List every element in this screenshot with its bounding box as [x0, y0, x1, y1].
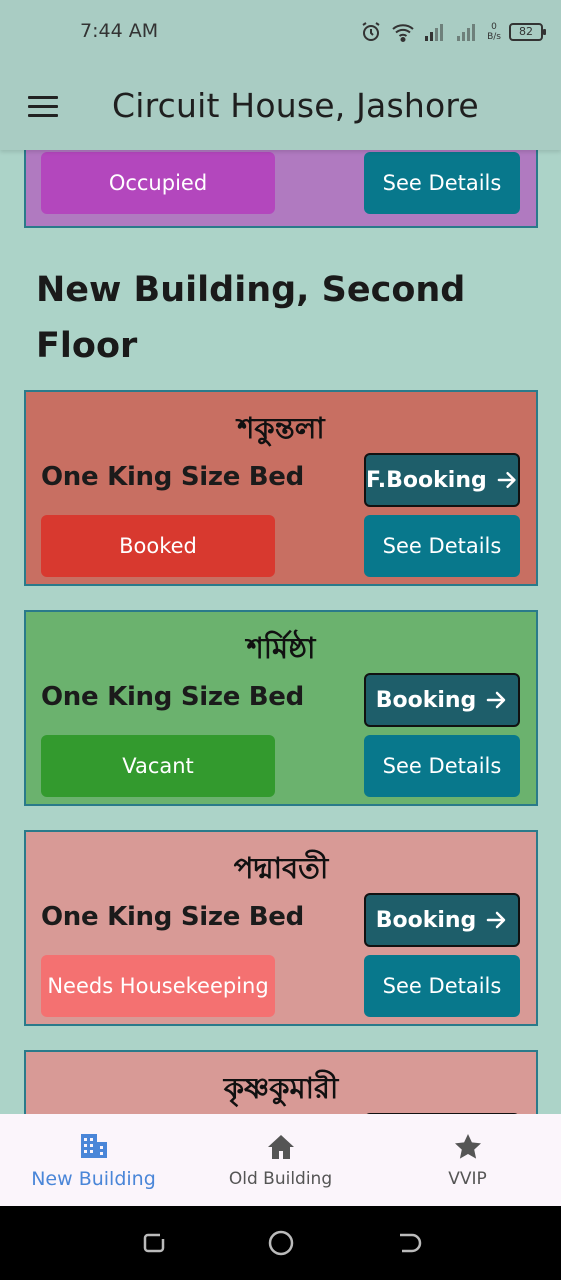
nav-label: VVIP	[448, 1169, 487, 1189]
app-header: 7:44 AM 0 B/s 82 Circuit House, Jashore	[0, 0, 561, 150]
booking-button[interactable]: F.Booking	[364, 453, 520, 507]
bed-type: One King Size Bed	[41, 462, 304, 492]
menu-icon-line	[28, 104, 58, 108]
section-title: New Building, Second Floor	[36, 270, 466, 366]
booking-button[interactable]: Booking	[364, 893, 520, 947]
network-speed: 0 B/s	[487, 22, 501, 42]
room-list[interactable]: Occupied See Details New Building, Secon…	[0, 150, 561, 1114]
nav-old-building[interactable]: Old Building	[187, 1114, 374, 1206]
nav-new-building[interactable]: New Building	[0, 1114, 187, 1206]
alarm-icon	[362, 22, 380, 41]
booking-button[interactable]: Booking	[364, 673, 520, 727]
nav-vvip[interactable]: VVIP	[374, 1114, 561, 1206]
home-icon	[267, 1135, 294, 1159]
room-card: Occupied See Details	[24, 150, 538, 228]
arrow-right-icon	[497, 472, 516, 488]
arrow-right-icon	[487, 691, 506, 709]
bed-type: One King Size Bed	[41, 682, 304, 712]
home-circle-icon[interactable]	[267, 1229, 295, 1257]
system-navigation-bar	[0, 1206, 561, 1280]
status-button[interactable]: Booked	[41, 515, 275, 577]
menu-icon-line	[28, 113, 58, 117]
room-card: শকুন্তলা One King Size Bed F.Booking Boo…	[24, 390, 538, 586]
status-button[interactable]: Vacant	[41, 735, 275, 797]
app-title: Circuit House, Jashore	[112, 86, 479, 125]
see-details-button[interactable]: See Details	[364, 735, 520, 797]
status-button[interactable]: Occupied	[41, 152, 275, 214]
arrow-right-icon	[487, 911, 506, 929]
status-icons: 0 B/s 82	[359, 18, 546, 46]
see-details-button[interactable]: See Details	[364, 152, 520, 214]
room-card: পদ্মাবতী One King Size Bed Booking Needs…	[24, 830, 538, 1026]
menu-icon-line	[28, 95, 58, 99]
signal-2-icon	[457, 24, 476, 41]
bed-type: One King Size Bed	[41, 902, 304, 932]
menu-button[interactable]	[20, 86, 66, 126]
nav-label: Old Building	[228, 1169, 333, 1189]
room-name: শর্মিষ্ঠা	[246, 631, 316, 665]
see-details-button[interactable]: See Details	[364, 515, 520, 577]
see-details-button[interactable]: See Details	[364, 955, 520, 1017]
status-time: 7:44 AM	[80, 20, 159, 42]
wifi-icon	[392, 24, 414, 42]
room-card: কৃষ্ণকুমারী	[24, 1050, 538, 1114]
back-icon[interactable]	[394, 1229, 422, 1257]
room-card: শর্মিষ্ঠা One King Size Bed Booking Vaca…	[24, 610, 538, 806]
bottom-navigation: New Building Old Building VVIP	[0, 1114, 561, 1206]
room-name: কৃষ্ণকুমারী	[223, 1071, 339, 1105]
signal-icon	[425, 24, 444, 41]
room-name: শকুন্তলা	[237, 411, 325, 445]
room-name: পদ্মাবতী	[233, 851, 329, 885]
star-icon	[454, 1134, 481, 1159]
battery-icon: 82	[509, 23, 546, 41]
status-button[interactable]: Needs Housekeeping	[41, 955, 275, 1017]
recent-apps-icon[interactable]	[140, 1229, 168, 1257]
building-icon	[80, 1134, 107, 1158]
nav-label: New Building	[31, 1168, 156, 1190]
